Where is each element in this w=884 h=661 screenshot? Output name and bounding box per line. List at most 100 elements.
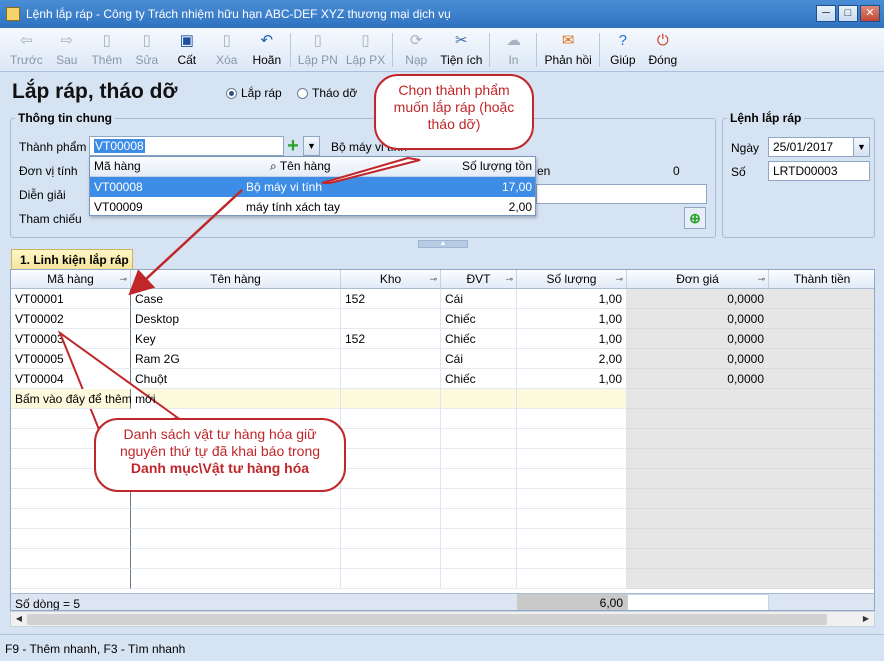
- utilities-button[interactable]: ✂ Tiện ích: [436, 32, 486, 67]
- cell-name[interactable]: Chuột: [131, 369, 341, 389]
- empty-cell[interactable]: [517, 549, 627, 569]
- print-button[interactable]: ☁ In: [493, 32, 533, 67]
- empty-cell[interactable]: [517, 529, 627, 549]
- cell-warehouse[interactable]: [341, 349, 441, 369]
- empty-cell[interactable]: [627, 449, 769, 469]
- empty-cell[interactable]: [441, 489, 517, 509]
- col-header-code[interactable]: Mã hàng ⊸: [11, 270, 131, 289]
- empty-cell[interactable]: [131, 549, 341, 569]
- empty-cell[interactable]: [769, 549, 874, 569]
- empty-cell[interactable]: [441, 409, 517, 429]
- empty-cell[interactable]: [627, 549, 769, 569]
- collapse-handle[interactable]: ▲: [418, 240, 468, 248]
- empty-cell[interactable]: [11, 489, 131, 509]
- cell-amount[interactable]: [769, 329, 874, 349]
- dropdown-row[interactable]: VT00008 Bộ máy vi tính 17,00: [90, 177, 535, 197]
- empty-cell[interactable]: [441, 449, 517, 469]
- cell-quantity[interactable]: 1,00: [517, 329, 627, 349]
- empty-cell[interactable]: [627, 469, 769, 489]
- add-product-icon[interactable]: +: [284, 136, 302, 156]
- empty-cell[interactable]: [627, 569, 769, 589]
- col-header-unit[interactable]: ĐVT ⊸: [441, 270, 517, 289]
- empty-cell[interactable]: [341, 409, 441, 429]
- empty-cell[interactable]: [441, 529, 517, 549]
- empty-cell[interactable]: [517, 469, 627, 489]
- dropdown-header-stock[interactable]: Số lượng tồn: [450, 157, 535, 176]
- cell-unit[interactable]: Cái: [441, 289, 517, 309]
- empty-cell[interactable]: [517, 569, 627, 589]
- empty-cell[interactable]: [769, 529, 874, 549]
- cell-amount[interactable]: [769, 349, 874, 369]
- empty-cell[interactable]: [441, 469, 517, 489]
- next-button[interactable]: ⇨ Sau: [47, 32, 87, 67]
- new-row-cell[interactable]: [769, 389, 874, 409]
- empty-cell[interactable]: [441, 429, 517, 449]
- new-row-cell[interactable]: [131, 389, 341, 409]
- empty-cell[interactable]: [517, 409, 627, 429]
- empty-cell[interactable]: [627, 529, 769, 549]
- empty-cell[interactable]: [11, 549, 131, 569]
- close-window-button[interactable]: ✕: [860, 5, 880, 22]
- date-picker-button[interactable]: ▼: [853, 137, 870, 157]
- add-button[interactable]: ▯ Thêm: [87, 32, 127, 67]
- empty-cell[interactable]: [627, 429, 769, 449]
- empty-cell[interactable]: [341, 429, 441, 449]
- dropdown-header-code[interactable]: Mã hàng: [90, 157, 240, 176]
- edit-button[interactable]: ▯ Sửa: [127, 32, 167, 67]
- cell-name[interactable]: Ram 2G: [131, 349, 341, 369]
- new-row-cell[interactable]: [341, 389, 441, 409]
- maximize-button[interactable]: □: [838, 5, 858, 22]
- cell-name[interactable]: Desktop: [131, 309, 341, 329]
- dropdown-row[interactable]: VT00009 máy tính xách tay 2,00: [90, 197, 535, 217]
- empty-cell[interactable]: [769, 449, 874, 469]
- cell-unit[interactable]: Cái: [441, 349, 517, 369]
- empty-cell[interactable]: [769, 409, 874, 429]
- horizontal-scrollbar[interactable]: ◀ ▶: [10, 611, 875, 627]
- cell-name[interactable]: Case: [131, 289, 341, 309]
- empty-cell[interactable]: [627, 409, 769, 429]
- new-row-cell[interactable]: [627, 389, 769, 409]
- cell-code[interactable]: VT00005: [11, 349, 131, 369]
- cell-amount[interactable]: [769, 289, 874, 309]
- empty-cell[interactable]: [341, 549, 441, 569]
- cell-quantity[interactable]: 1,00: [517, 289, 627, 309]
- product-input[interactable]: VT00008: [89, 136, 284, 156]
- empty-cell[interactable]: [769, 489, 874, 509]
- cell-warehouse[interactable]: 152: [341, 289, 441, 309]
- empty-cell[interactable]: [517, 489, 627, 509]
- empty-cell[interactable]: [441, 569, 517, 589]
- empty-cell[interactable]: [627, 489, 769, 509]
- new-row-cell[interactable]: [441, 389, 517, 409]
- undo-button[interactable]: ↶ Hoãn: [247, 32, 287, 67]
- cell-unit[interactable]: Chiếc: [441, 329, 517, 349]
- empty-cell[interactable]: [627, 509, 769, 529]
- minimize-button[interactable]: ─: [816, 5, 836, 22]
- cell-code[interactable]: VT00004: [11, 369, 131, 389]
- add-reference-icon[interactable]: ⊕: [684, 207, 706, 229]
- cell-quantity[interactable]: 1,00: [517, 369, 627, 389]
- product-dropdown-button[interactable]: ▼: [303, 136, 320, 156]
- cell-unit[interactable]: Chiếc: [441, 369, 517, 389]
- empty-cell[interactable]: [341, 469, 441, 489]
- back-button[interactable]: ⇦ Trước: [6, 32, 47, 67]
- empty-cell[interactable]: [441, 509, 517, 529]
- empty-cell[interactable]: [517, 429, 627, 449]
- dropdown-header-name[interactable]: ⌕ Tên hàng: [240, 157, 450, 176]
- make-px-button[interactable]: ▯ Lập PX: [342, 32, 389, 67]
- cell-price[interactable]: 0,0000: [627, 349, 769, 369]
- empty-cell[interactable]: [131, 529, 341, 549]
- empty-cell[interactable]: [341, 489, 441, 509]
- empty-cell[interactable]: [769, 569, 874, 589]
- cell-warehouse[interactable]: 152: [341, 329, 441, 349]
- col-header-name[interactable]: Tên hàng: [131, 270, 341, 289]
- empty-cell[interactable]: [341, 509, 441, 529]
- add-new-row-hint[interactable]: Bấm vào đây để thêm mới: [11, 389, 156, 409]
- radio-disassemble[interactable]: Tháo dỡ: [297, 86, 357, 100]
- cell-amount[interactable]: [769, 309, 874, 329]
- delete-button[interactable]: ▯ Xóa: [207, 32, 247, 67]
- empty-cell[interactable]: [11, 509, 131, 529]
- col-header-quantity[interactable]: Số lượng ⊸: [517, 270, 627, 289]
- col-header-amount[interactable]: Thành tiền: [769, 270, 874, 289]
- make-pn-button[interactable]: ▯ Lập PN: [294, 32, 342, 67]
- empty-cell[interactable]: [341, 569, 441, 589]
